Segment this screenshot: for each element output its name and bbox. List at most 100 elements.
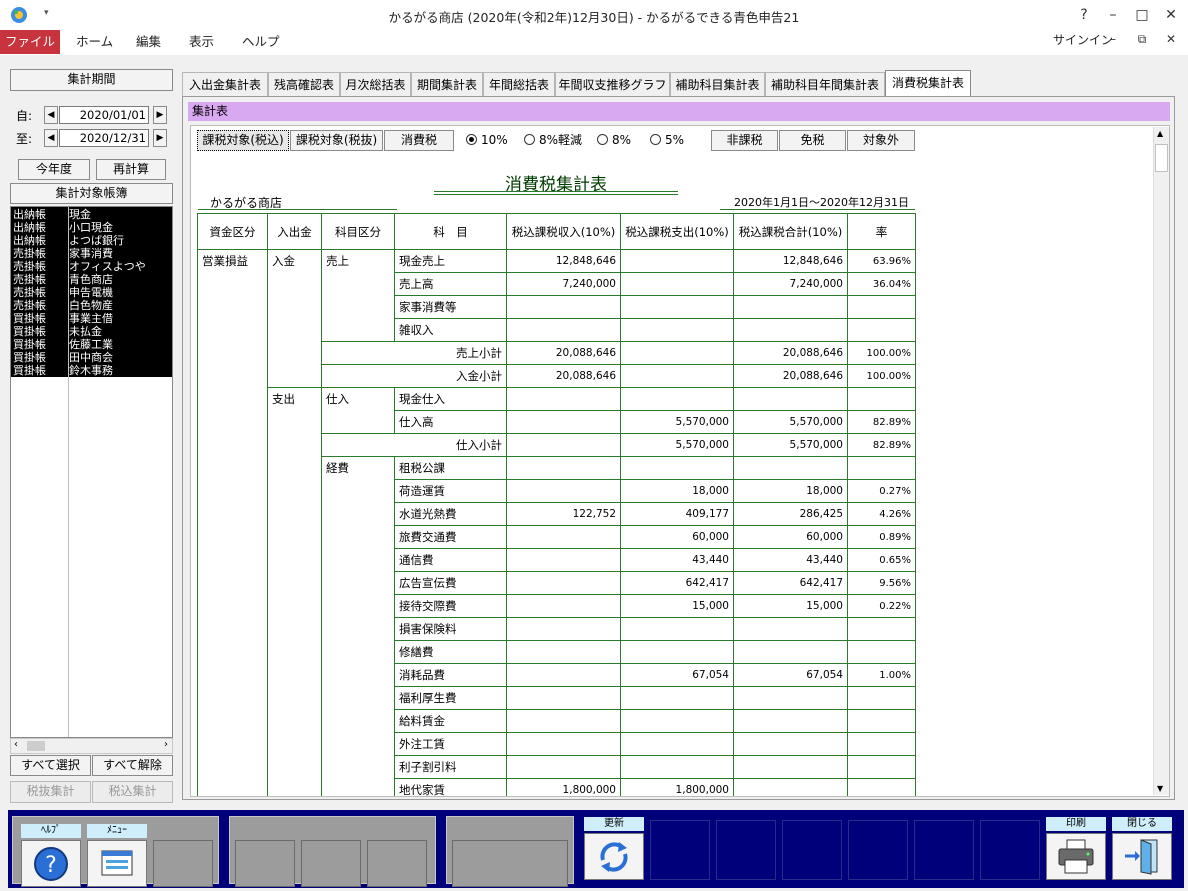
income-cell: [506, 479, 621, 503]
radio-8-reduced[interactable]: 8%軽減: [524, 130, 582, 150]
menu-help[interactable]: ヘルプ: [242, 30, 280, 54]
income-cell: [506, 732, 621, 756]
ledger-item[interactable]: 売掛帳 白色物産: [13, 299, 113, 312]
account-cell: 利子割引料: [394, 755, 507, 779]
consumption-tax-button[interactable]: 消費税: [384, 130, 454, 151]
ledger-list[interactable]: 出納帳 現金 出納帳 小口現金 出納帳 よつば銀行 売掛帳 家事消費 売掛帳 オフィスよつや 売掛帳…: [10, 206, 173, 738]
tab-sub-account-yearly[interactable]: 補助科目年間集計表: [765, 72, 885, 96]
ledger-item[interactable]: 売掛帳 申告電機: [13, 286, 113, 299]
tab-trend-graph[interactable]: 年間収支推移グラフ: [555, 72, 670, 96]
ribbon-close-icon[interactable]: ✕: [1157, 28, 1185, 50]
tab-yearly[interactable]: 年間総括表: [483, 72, 555, 96]
vscroll-thumb[interactable]: [1155, 144, 1168, 172]
scroll-down-icon[interactable]: ▼: [1157, 784, 1163, 793]
ledger-item[interactable]: 出納帳 小口現金: [13, 221, 113, 234]
tax-incl-tab[interactable]: 税込集計: [92, 781, 173, 803]
table-row[interactable]: 営業損益 入金 売上 現金売上 12,848,646 12,848,646 63.96%: [197, 249, 916, 796]
ribbon-minimize-icon[interactable]: –: [1099, 28, 1127, 50]
report-vscroll[interactable]: ▲ ▼: [1153, 127, 1169, 795]
income-cell: 122,752: [506, 502, 621, 526]
table-row[interactable]: 支出 仕入 現金仕入: [198, 387, 916, 796]
ledger-item[interactable]: 売掛帳 青色商店: [13, 273, 113, 286]
maximize-icon[interactable]: □: [1128, 4, 1156, 26]
menu-window-icon: [101, 850, 133, 876]
restore-icon[interactable]: ⧉: [1128, 28, 1156, 50]
to-next-icon[interactable]: ▶: [153, 129, 167, 147]
to-label: 至:: [16, 132, 33, 146]
tab-monthly[interactable]: 月次総括表: [340, 72, 411, 96]
rate-cell: 4.26%: [847, 502, 916, 526]
radio-10[interactable]: 10%: [466, 130, 508, 150]
menu-home[interactable]: ホーム: [76, 30, 113, 54]
bottom-group-1: ﾍﾙﾌﾟ ? ﾒﾆｭｰ: [12, 816, 219, 887]
table-row[interactable]: 資金区分 入出金 科目区分科 目税込課税収入(10%) 税込課税支出(10%) 税込課税…: [197, 213, 916, 250]
account-cell: 外注工賃: [394, 732, 507, 756]
radio-5[interactable]: 5%: [650, 130, 684, 150]
ledger-item[interactable]: 買掛帳 佐藤工業: [13, 338, 113, 351]
menu-edit[interactable]: 編集: [136, 30, 161, 54]
menu-button[interactable]: [87, 840, 147, 887]
this-year-button[interactable]: 今年度: [18, 159, 90, 180]
help-button[interactable]: ?: [21, 840, 81, 887]
taxable-excl-button[interactable]: 課税対象(税抜): [290, 130, 383, 151]
menu-file[interactable]: ファイル: [0, 30, 60, 54]
ledger-hscroll[interactable]: ‹ ›: [10, 738, 173, 754]
close-window-icon[interactable]: ✕: [1157, 4, 1185, 26]
select-all-button[interactable]: すべて選択: [10, 755, 91, 776]
out-of-scope-button[interactable]: 対象外: [847, 130, 915, 151]
refresh-button[interactable]: [584, 833, 644, 880]
account-cell: 旅費交通費: [394, 525, 507, 549]
ledger-item[interactable]: 出納帳 よつば銀行: [13, 234, 124, 247]
recalc-button[interactable]: 再計算: [96, 159, 166, 180]
radio-icon: [597, 134, 608, 145]
fund-group-cell: 営業損益: [197, 249, 268, 796]
scroll-left-icon[interactable]: ‹: [14, 739, 18, 750]
nontaxable-button[interactable]: 非課税: [711, 130, 778, 151]
svg-text:?: ?: [45, 853, 57, 878]
ledger-item[interactable]: 売掛帳 オフィスよつや: [13, 260, 146, 273]
from-date-field[interactable]: 2020/01/01: [59, 106, 149, 124]
ledger-item[interactable]: 買掛帳 未払金: [13, 325, 102, 338]
taxable-incl-button[interactable]: 課税対象(税込): [197, 130, 289, 151]
exempt-button[interactable]: 免税: [779, 130, 846, 151]
to-date-field[interactable]: 2020/12/31: [59, 129, 149, 147]
to-prev-icon[interactable]: ◀: [44, 129, 58, 147]
column-header: 率: [847, 213, 916, 250]
help-icon[interactable]: ?: [1070, 4, 1098, 26]
tab-sub-account[interactable]: 補助科目集計表: [670, 72, 765, 96]
from-next-icon[interactable]: ▶: [153, 106, 167, 124]
expense-cell: 18,000: [620, 479, 734, 503]
deselect-all-button[interactable]: すべて解除: [92, 755, 173, 776]
ledger-item[interactable]: 買掛帳 鈴木事務: [13, 364, 113, 377]
empty-slot: [452, 840, 568, 887]
tab-balance[interactable]: 残高確認表: [268, 72, 340, 96]
from-prev-icon[interactable]: ◀: [44, 106, 58, 124]
in-cell: 入金: [267, 249, 322, 388]
minimize-icon[interactable]: –: [1099, 4, 1127, 26]
menu-view[interactable]: 表示: [189, 30, 214, 54]
tax-excl-tab[interactable]: 税抜集計: [10, 781, 91, 803]
ledger-item[interactable]: 買掛帳 事業主借: [13, 312, 113, 325]
total-cell: 67,054: [733, 663, 848, 687]
expense-cell: 15,000: [620, 594, 734, 618]
income-cell: [506, 686, 621, 710]
tab-cashflow[interactable]: 入出金集計表: [182, 72, 268, 96]
empty-slot: [980, 820, 1040, 880]
scroll-right-icon[interactable]: ›: [164, 739, 168, 750]
ledger-item[interactable]: 出納帳 現金: [13, 208, 91, 221]
tab-period[interactable]: 期間集計表: [411, 72, 483, 96]
close-button[interactable]: [1112, 833, 1172, 880]
ledger-item[interactable]: 売掛帳 家事消費: [13, 247, 113, 260]
print-button[interactable]: [1046, 833, 1106, 880]
scroll-thumb[interactable]: [27, 741, 45, 751]
radio-8[interactable]: 8%: [597, 130, 631, 150]
total-cell: 12,848,646: [733, 249, 848, 273]
expense-category-cell: 経費: [321, 456, 395, 796]
scroll-up-icon[interactable]: ▲: [1157, 129, 1163, 138]
radio-8-label: 8%: [612, 133, 632, 147]
ledger-item[interactable]: 買掛帳 田中商会: [13, 351, 113, 364]
total-cell: 5,570,000: [733, 433, 848, 457]
tab-consumption-tax[interactable]: 消費税集計表: [885, 70, 971, 97]
empty-slot: [914, 820, 974, 880]
ledger-type: 売掛帳: [13, 273, 46, 286]
